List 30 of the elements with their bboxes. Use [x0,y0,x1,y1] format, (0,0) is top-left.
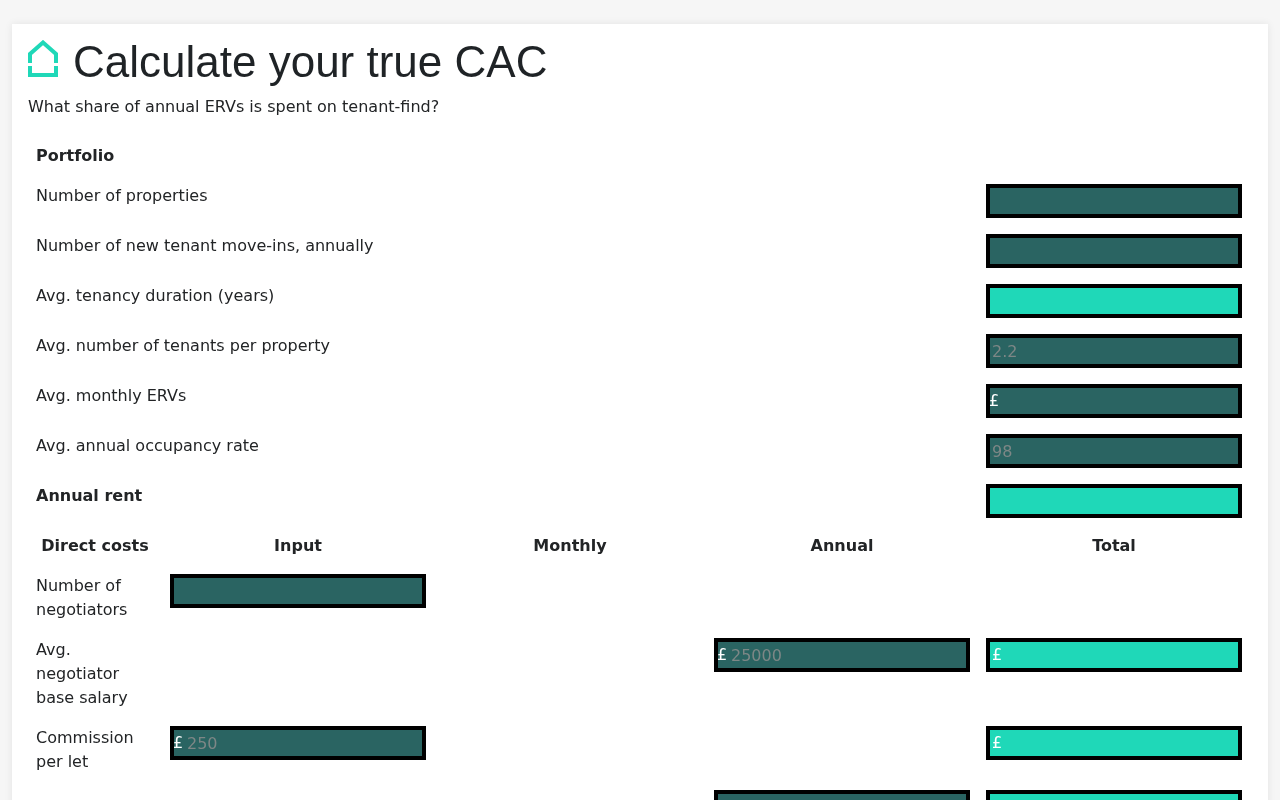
currency-symbol: £ [989,391,1000,411]
result-field: £ [986,638,1242,672]
input-field[interactable]: 98 [986,434,1242,468]
row-label: Avg. negotiator base salary [35,639,129,709]
currency-symbol: £ [173,733,184,753]
section-heading: Portfolio [35,145,115,167]
input-field[interactable] [986,234,1242,268]
page-title: Calculate your true CAC [73,36,548,88]
row-label: Number of negotiators [35,575,129,621]
field-label: Avg. monthly ERVs [35,385,187,407]
column-header: Input [274,535,322,557]
column-header: Annual [810,535,874,557]
field-label: Avg. annual occupancy rate [35,435,259,457]
input-field[interactable] [986,384,1242,418]
field-label: Number of new tenant move-ins, annually [35,235,374,257]
field-label: Avg. tenancy duration (years) [35,285,275,307]
row-label: Commission per let [35,727,135,773]
input-field[interactable] [986,184,1242,218]
subtitle: What share of annual ERVs is spent on tenant-find? [28,96,440,118]
result-field: £ [986,726,1242,760]
column-header: Direct costs [41,535,149,557]
input-field[interactable] [170,574,426,608]
column-header: Total [1092,535,1136,557]
column-header: Monthly [533,535,607,557]
field-label: Number of properties [35,185,208,207]
input-field[interactable]: 2.2 [986,334,1242,368]
section-heading: Annual rent [35,485,143,507]
house-icon [28,40,58,77]
field-label: Avg. number of tenants per property [35,335,330,357]
currency-symbol: £ [717,645,728,665]
